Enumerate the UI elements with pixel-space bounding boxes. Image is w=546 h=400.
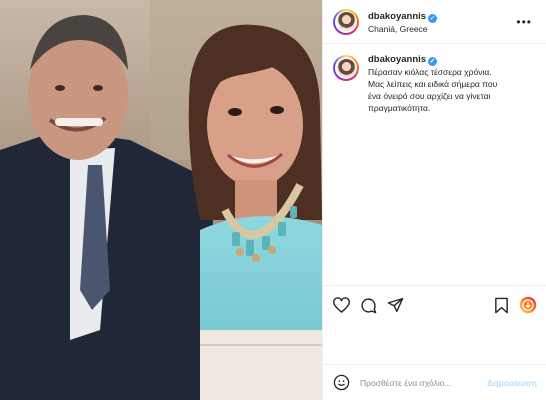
post-photo[interactable] (0, 0, 322, 400)
author-username[interactable]: dbakoyannis (368, 11, 426, 22)
bookmark-icon[interactable] (494, 297, 509, 314)
avatar-image (336, 12, 356, 31)
comment-input[interactable] (360, 377, 488, 388)
caption-avatar-border (335, 57, 357, 79)
emoji-icon[interactable] (333, 374, 350, 391)
caption-text: dbakoyannis ✓ Πέρασαν κιόλας τέσσερα χρόν… (368, 54, 497, 114)
post-sidebar: dbakoyannis ✓ Chaniá, Greece ••• dbakoyan… (322, 0, 546, 400)
caption-username[interactable]: dbakoyannis ✓ (368, 54, 497, 66)
avatar-border (335, 10, 357, 33)
share-icon[interactable] (387, 297, 404, 313)
header-text: dbakoyannis ✓ Chaniá, Greece (368, 9, 512, 35)
caption-line: ένα όνειρό σου αρχίζει να γίνεται (368, 91, 491, 101)
caption-verified-badge-icon: ✓ (428, 57, 438, 66)
verified-badge-icon: ✓ (428, 13, 438, 23)
caption-line: πραγματικότητα. (368, 103, 431, 113)
comment-icon[interactable] (360, 297, 377, 314)
post-location[interactable]: Chaniá, Greece (368, 23, 512, 35)
comment-bar: Δημοσίευση (323, 364, 546, 400)
actions-divider (323, 285, 546, 286)
caption-username-text[interactable]: dbakoyannis (368, 54, 426, 65)
caption-avatar[interactable] (333, 55, 359, 81)
post-comment-button[interactable]: Δημοσίευση (487, 378, 537, 388)
emoji-badge-icon[interactable] (519, 296, 537, 314)
heart-icon[interactable] (333, 297, 350, 313)
post-caption: dbakoyannis ✓ Πέρασαν κιόλας τέσσερα χρόν… (323, 44, 546, 114)
avatar[interactable] (333, 8, 359, 35)
photo-illustration (0, 0, 322, 400)
caption-line: Μας λείπεις και ειδικά σήμερα που (368, 79, 498, 89)
caption-avatar-image (336, 58, 356, 78)
more-options-icon[interactable]: ••• (512, 11, 536, 33)
post-header: dbakoyannis ✓ Chaniá, Greece ••• (323, 0, 546, 44)
post-actions (323, 294, 546, 316)
caption-line: Πέρασαν κιόλας τέσσερα χρόνια. (368, 67, 492, 77)
instagram-post: dbakoyannis ✓ Chaniá, Greece ••• dbakoyan… (0, 0, 546, 400)
